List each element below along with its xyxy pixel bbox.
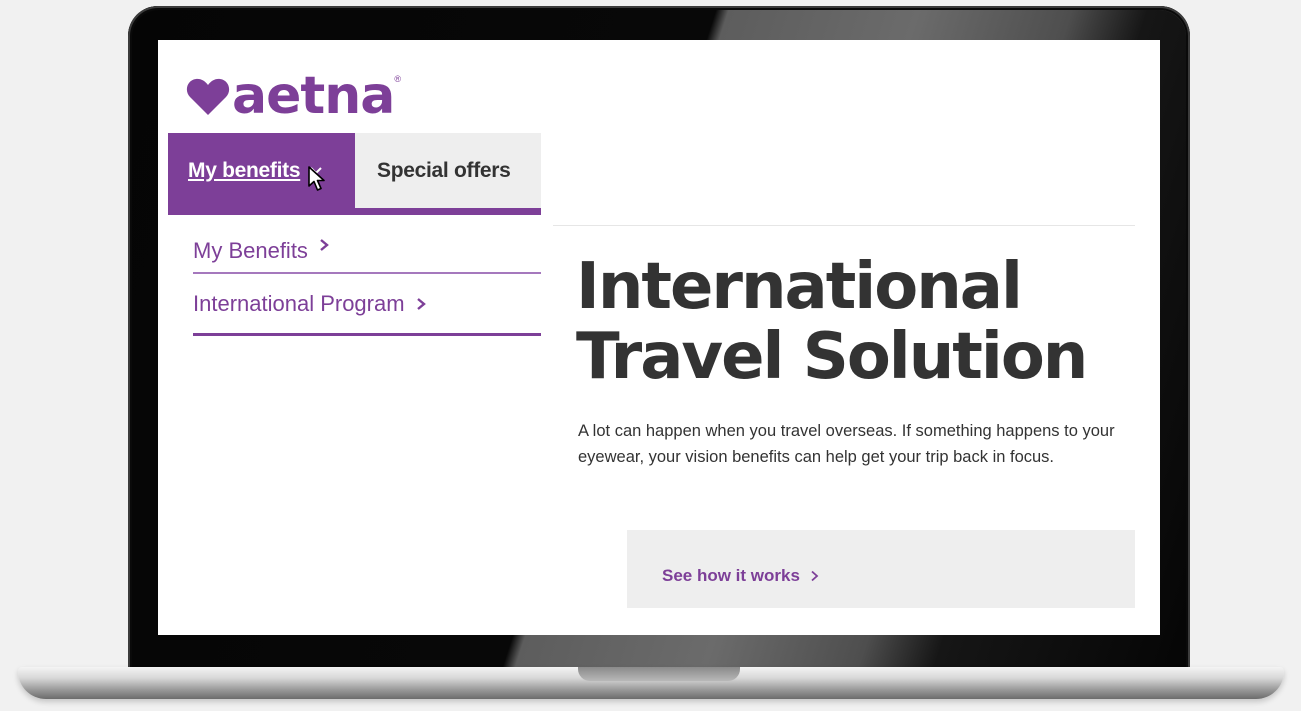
cta-panel: See how it works [627,530,1135,608]
mouse-cursor-icon [308,166,325,191]
chevron-right-icon [811,570,819,582]
nav-underline [168,208,541,215]
aetna-logo[interactable]: aetna ® [186,70,401,122]
dropdown-item-my-benefits[interactable]: My Benefits [193,226,541,274]
page-title-line-1: International [576,250,1023,324]
laptop-base [18,667,1284,699]
benefits-dropdown: My Benefits International Program [193,226,541,336]
tab-special-offers-label: Special offers [377,158,511,182]
logo-wordmark: aetna [232,66,395,126]
registered-mark: ® [394,74,401,84]
page-title-line-2: Travel Solution [576,320,1088,394]
dropdown-item-international-program[interactable]: International Program [193,274,541,336]
page-title: International Travel Solution [576,252,1136,392]
see-how-it-works-link[interactable]: See how it works [662,566,819,586]
main-nav: My benefits Special offers [168,133,541,215]
laptop-screen: aetna ® My benefits Special offers My Be… [158,40,1160,635]
tab-my-benefits-label: My benefits [188,158,301,182]
dropdown-item-label: My Benefits [193,238,308,263]
content-divider [553,225,1135,226]
chevron-right-icon [320,239,329,251]
tab-special-offers[interactable]: Special offers [355,133,541,208]
dropdown-item-label: International Program [193,290,405,316]
chevron-right-icon [416,297,426,310]
hero-description: A lot can happen when you travel oversea… [578,422,1115,466]
laptop-base-notch [578,667,740,681]
cta-label: See how it works [662,566,800,585]
heart-icon [186,78,230,115]
